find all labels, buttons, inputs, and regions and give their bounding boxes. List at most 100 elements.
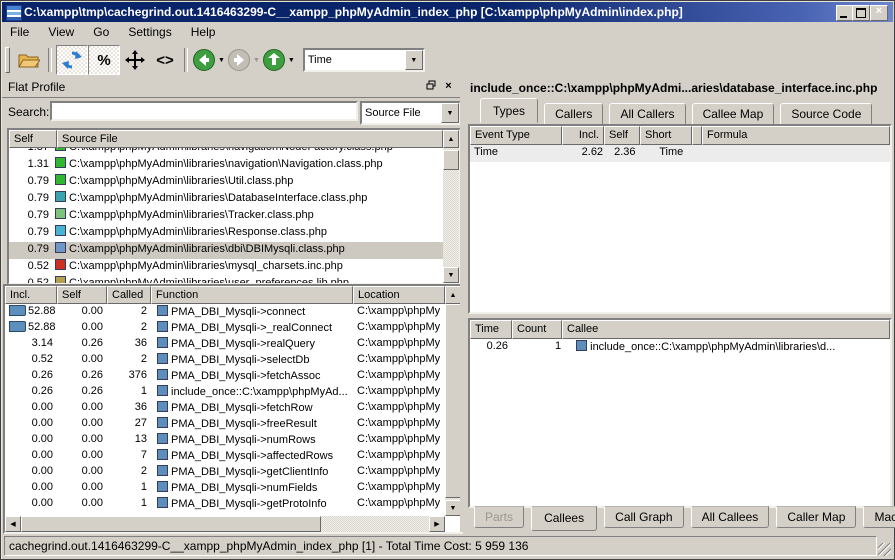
tab-callees[interactable]: Callees bbox=[531, 506, 597, 531]
source-file-header: Self Source File ▲ bbox=[9, 130, 459, 148]
move-layout-button[interactable] bbox=[120, 46, 150, 74]
combo-dropdown-icon[interactable]: ▼ bbox=[441, 103, 459, 123]
menu-settings[interactable]: Settings bbox=[120, 22, 179, 39]
column-header-self[interactable]: Self bbox=[9, 130, 57, 148]
function-row[interactable]: 52.880.002PMA_DBI_Mysqli->connectC:\xamp… bbox=[5, 304, 445, 320]
back-button[interactable]: ▼ bbox=[192, 48, 225, 72]
column-header-called[interactable]: Called bbox=[107, 286, 151, 304]
dock-title: Flat Profile bbox=[8, 80, 65, 94]
function-icon bbox=[157, 337, 168, 348]
up-button[interactable]: ▼ bbox=[262, 48, 295, 72]
function-row[interactable]: 0.520.002PMA_DBI_Mysqli->selectDbC:\xamp… bbox=[5, 352, 445, 368]
column-header-function[interactable]: Function bbox=[151, 286, 353, 304]
column-header-source-file[interactable]: Source File bbox=[57, 130, 443, 148]
menu-go[interactable]: Go bbox=[85, 22, 117, 39]
scroll-left-icon[interactable]: ◀ bbox=[5, 516, 21, 532]
column-header-self[interactable]: Self bbox=[604, 126, 640, 145]
tab-machine-code[interactable]: Machine bbox=[863, 506, 895, 528]
cycle-grouping-button[interactable] bbox=[56, 45, 88, 75]
function-row[interactable]: 0.000.001PMA_DBI_Mysqli->numFieldsC:\xam… bbox=[5, 480, 445, 496]
callee-row[interactable]: 0.26 1 include_once::C:\xampp\phpMyAdmin… bbox=[470, 339, 890, 356]
shorten-templates-button[interactable]: <> bbox=[150, 46, 180, 74]
column-header-event-type[interactable]: Event Type bbox=[470, 126, 562, 145]
file-row[interactable]: 0.79C:\xampp\phpMyAdmin\libraries\Databa… bbox=[9, 191, 443, 208]
function-list-vscrollbar[interactable]: ▼ bbox=[445, 304, 461, 516]
file-row[interactable]: 1.31C:\xampp\phpMyAdmin\libraries\naviga… bbox=[9, 157, 443, 174]
maximize-button[interactable] bbox=[852, 5, 870, 21]
open-file-button[interactable] bbox=[14, 46, 44, 74]
menu-file[interactable]: File bbox=[2, 22, 37, 39]
called-value: 2 bbox=[107, 352, 151, 366]
tab-call-graph[interactable]: Call Graph bbox=[604, 506, 683, 528]
tab-callers[interactable]: Callers bbox=[544, 103, 603, 125]
function-row[interactable]: 0.260.26376PMA_DBI_Mysqli->fetchAssocC:\… bbox=[5, 368, 445, 384]
tab-types[interactable]: Types bbox=[480, 98, 538, 123]
scrollbar-track[interactable] bbox=[321, 516, 429, 532]
flat-profile-dock-titlebar[interactable]: Flat Profile × bbox=[2, 77, 460, 98]
relative-percent-toggle[interactable]: % bbox=[88, 45, 120, 75]
tab-source-code[interactable]: Source Code bbox=[780, 103, 872, 125]
file-self-value: 0.79 bbox=[9, 208, 53, 222]
column-header-location[interactable]: Location bbox=[353, 286, 445, 304]
scrollbar-thumb[interactable] bbox=[21, 516, 321, 532]
file-row-selected[interactable]: 0.79C:\xampp\phpMyAdmin\libraries\dbi\DB… bbox=[9, 242, 443, 259]
file-row[interactable]: 1.37C:\xampp\phpMyAdmin\libraries\naviga… bbox=[9, 148, 443, 157]
function-row[interactable]: 0.000.007PMA_DBI_Mysqli->affectedRowsC:\… bbox=[5, 448, 445, 464]
file-type-icon bbox=[55, 276, 66, 283]
incl-value: 52.88 bbox=[28, 305, 56, 317]
scrollbar-thumb[interactable] bbox=[443, 150, 459, 170]
menu-view[interactable]: View bbox=[40, 22, 82, 39]
self-value: 0.26 bbox=[57, 336, 107, 350]
function-row[interactable]: 0.000.0013PMA_DBI_Mysqli->numRowsC:\xamp… bbox=[5, 432, 445, 448]
column-header-self[interactable]: Self bbox=[57, 286, 107, 304]
dock-close-button[interactable]: × bbox=[441, 80, 456, 95]
file-row[interactable]: 0.79C:\xampp\phpMyAdmin\libraries\Tracke… bbox=[9, 208, 443, 225]
scroll-down-icon[interactable]: ▼ bbox=[443, 267, 459, 283]
dock-float-button[interactable] bbox=[423, 80, 438, 95]
menu-help[interactable]: Help bbox=[183, 22, 224, 39]
up-dropdown-icon[interactable]: ▼ bbox=[288, 57, 295, 64]
column-header-formula[interactable]: Formula bbox=[702, 126, 890, 145]
close-button[interactable]: × bbox=[870, 5, 888, 21]
function-row[interactable]: 52.880.002PMA_DBI_Mysqli->_realConnectC:… bbox=[5, 320, 445, 336]
event-type-row[interactable]: Time 2.62 2.36 Time bbox=[470, 145, 890, 162]
function-row[interactable]: 0.000.0036PMA_DBI_Mysqli->fetchRowC:\xam… bbox=[5, 400, 445, 416]
file-row[interactable]: 0.79C:\xampp\phpMyAdmin\libraries\Respon… bbox=[9, 225, 443, 242]
function-row[interactable]: 0.000.001PMA_DBI_Mysqli->getProtoInfoC:\… bbox=[5, 496, 445, 512]
search-input[interactable] bbox=[50, 101, 358, 121]
function-row[interactable]: 0.000.0027PMA_DBI_Mysqli->freeResultC:\x… bbox=[5, 416, 445, 432]
resize-grip-icon[interactable] bbox=[878, 543, 891, 556]
location-value: C:\xampp\phpMy bbox=[353, 464, 445, 478]
tab-caller-map[interactable]: Caller Map bbox=[776, 506, 856, 528]
column-header-incl[interactable]: Incl. bbox=[562, 126, 604, 145]
tab-all-callees[interactable]: All Callees bbox=[691, 506, 770, 528]
scroll-up-icon[interactable]: ▲ bbox=[445, 286, 461, 304]
called-value: 36 bbox=[107, 336, 151, 350]
function-list-hscrollbar[interactable]: ◀ ▶ bbox=[5, 516, 445, 532]
column-header-count[interactable]: Count bbox=[512, 320, 562, 339]
scroll-right-icon[interactable]: ▶ bbox=[429, 516, 445, 532]
file-row[interactable]: 0.52C:\xampp\phpMyAdmin\libraries\mysql_… bbox=[9, 259, 443, 276]
tab-all-callers[interactable]: All Callers bbox=[609, 103, 685, 125]
combo-dropdown-icon[interactable]: ▼ bbox=[405, 50, 423, 70]
function-row[interactable]: 3.140.2636PMA_DBI_Mysqli->realQueryC:\xa… bbox=[5, 336, 445, 352]
file-row[interactable]: 0.52C:\xampp\phpMyAdmin\libraries\user_p… bbox=[9, 276, 443, 283]
file-row[interactable]: 0.79C:\xampp\phpMyAdmin\libraries\Util.c… bbox=[9, 174, 443, 191]
tab-callee-map[interactable]: Callee Map bbox=[692, 103, 775, 125]
scroll-up-icon[interactable]: ▲ bbox=[443, 130, 459, 148]
column-header-time[interactable]: Time bbox=[470, 320, 512, 339]
scroll-down-icon[interactable]: ▼ bbox=[445, 500, 461, 516]
scrollbar-thumb[interactable] bbox=[445, 304, 461, 498]
back-dropdown-icon[interactable]: ▼ bbox=[218, 57, 225, 64]
event-type-selector[interactable]: Time ▼ bbox=[303, 48, 425, 72]
file-list-scrollbar[interactable]: ▼ bbox=[443, 148, 459, 283]
grouping-selector[interactable]: Source File ▼ bbox=[360, 101, 461, 125]
incl-value: 3.14 bbox=[5, 336, 57, 350]
column-header-incl[interactable]: Incl. bbox=[5, 286, 57, 304]
function-row[interactable]: 0.260.261include_once::C:\xampp\phpMyAd.… bbox=[5, 384, 445, 400]
column-header-short[interactable]: Short bbox=[640, 126, 692, 145]
toolbar-handle[interactable] bbox=[5, 47, 10, 73]
column-header-callee[interactable]: Callee bbox=[562, 320, 890, 339]
window-title-bar[interactable]: C:\xampp\tmp\cachegrind.out.1416463299-C… bbox=[2, 2, 893, 22]
function-row[interactable]: 0.000.002PMA_DBI_Mysqli->getClientInfoC:… bbox=[5, 464, 445, 480]
